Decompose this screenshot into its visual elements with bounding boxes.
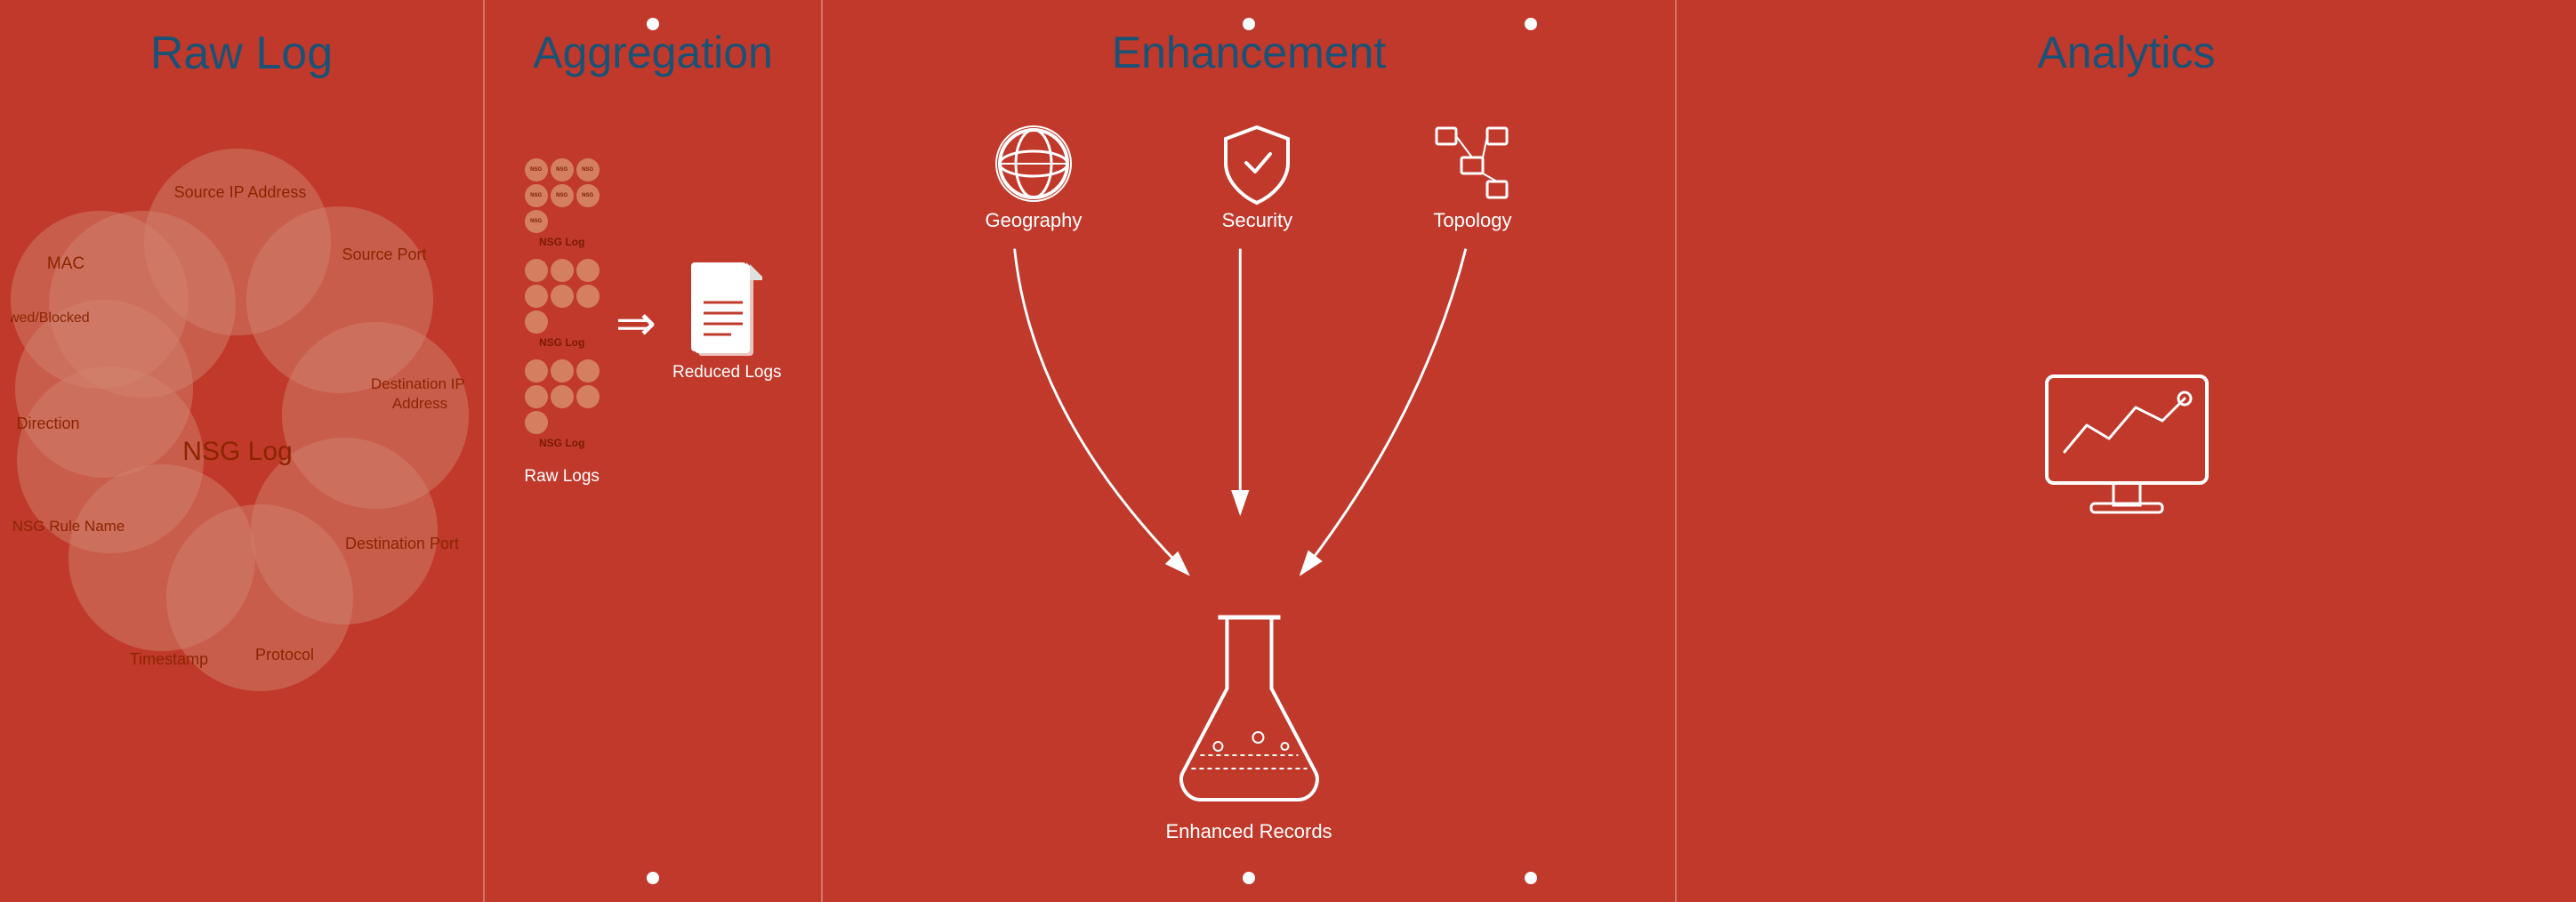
bubble: NSG xyxy=(525,210,548,233)
topo-line1 xyxy=(1456,136,1472,157)
geography-group: Geography xyxy=(986,124,1083,232)
bubble xyxy=(551,285,574,308)
reduced-logs-doc: Reduced Logs xyxy=(672,262,782,383)
flask-container: Enhanced Records xyxy=(1165,608,1332,843)
nsg-clusters: NSG NSG NSG NSG NSG NSG NSG NSG Log xyxy=(524,158,600,487)
left-panel: Raw Log MAC Source xyxy=(0,0,485,902)
topo-line2 xyxy=(1483,136,1487,157)
topology-icon xyxy=(1432,124,1512,204)
label-mac: MAC xyxy=(46,254,84,273)
label-destport: Destination Port xyxy=(344,535,458,552)
aggregation-title: Aggregation xyxy=(533,27,773,78)
center-nsg-label: NSG Log xyxy=(182,437,292,466)
nsg-cluster-1: NSG NSG NSG NSG NSG NSG NSG NSG Log xyxy=(525,158,600,248)
cluster-bubbles-2 xyxy=(525,259,600,334)
flask-icon xyxy=(1169,608,1329,813)
bubble xyxy=(525,385,548,408)
flask-bubble2 xyxy=(1252,732,1263,743)
bubble xyxy=(525,359,548,383)
bubble xyxy=(576,259,600,282)
topology-label: Topology xyxy=(1433,209,1511,232)
shield-shape xyxy=(1226,127,1288,203)
node2 xyxy=(1487,128,1507,144)
node1 xyxy=(1437,128,1456,144)
label-sourceip: Source IP Address xyxy=(173,183,306,201)
venn-diagram: MAC Source IP Address Source Port Destin… xyxy=(11,113,473,842)
bubble xyxy=(551,359,574,383)
monitor-icon xyxy=(2038,372,2216,532)
bubble: NSG xyxy=(576,158,600,181)
label-sourceport: Source Port xyxy=(342,246,426,263)
enhancement-title: Enhancement xyxy=(858,27,1639,78)
geo-arrow xyxy=(1015,249,1188,575)
label-direction: Direction xyxy=(16,415,79,432)
shield-check xyxy=(1246,154,1270,172)
nsg-cluster-label-2: NSG Log xyxy=(539,336,584,349)
bubble xyxy=(551,385,574,408)
bubble: NSG xyxy=(551,158,574,181)
monitor-stand xyxy=(2113,483,2140,505)
doc-front xyxy=(695,264,750,353)
analytics-content xyxy=(2038,372,2216,532)
venn-svg: MAC Source IP Address Source Port Destin… xyxy=(11,113,473,842)
monitor-base xyxy=(2091,503,2162,512)
label-nsgrule: NSG Rule Name xyxy=(12,518,125,535)
raw-logs-label: Raw Logs xyxy=(524,467,600,487)
analytics-section: Analytics xyxy=(1677,0,2576,902)
topology-group: Topology xyxy=(1432,124,1512,232)
analytics-title: Analytics xyxy=(2037,27,2215,78)
bubble xyxy=(576,285,600,308)
cluster-bubbles-3 xyxy=(525,359,600,434)
reduced-logs-label: Reduced Logs xyxy=(672,363,782,383)
enhancement-diagram: Geography Security xyxy=(858,105,1639,861)
bubble: NSG xyxy=(525,158,548,181)
security-icon xyxy=(1221,123,1292,207)
flask-body xyxy=(1181,617,1317,800)
bottom-dot-agg xyxy=(647,872,659,884)
topo-arrow xyxy=(1301,249,1466,575)
bubble xyxy=(576,359,600,383)
bubble xyxy=(525,285,548,308)
flask-bubble3 xyxy=(1281,743,1288,750)
bubble xyxy=(551,259,574,282)
arrow-icon: ⇒ xyxy=(616,294,656,351)
nsg-cluster-label-3: NSG Log xyxy=(539,437,584,449)
bubble xyxy=(525,310,548,334)
bottom-dot-enh xyxy=(1243,872,1255,884)
raw-log-title: Raw Log xyxy=(0,27,483,80)
top-dot-agg xyxy=(647,18,659,30)
bubble xyxy=(525,411,548,434)
enhancement-section: Enhancement Geography xyxy=(823,0,1677,902)
security-label: Security xyxy=(1222,209,1292,232)
bubble: NSG xyxy=(576,184,600,207)
nsg-cluster-3: NSG Log xyxy=(525,359,600,449)
enhancement-icons-row: Geography Security xyxy=(915,123,1582,232)
bubble: NSG xyxy=(525,184,548,207)
label-timestamp: Timestamp xyxy=(129,650,207,668)
label-allowblocked: Allowed/Blocked xyxy=(11,310,90,326)
bubble: NSG xyxy=(551,184,574,207)
bubble xyxy=(525,259,548,282)
security-group: Security xyxy=(1221,123,1292,232)
node-center xyxy=(1461,157,1483,173)
bottom-dot-ana xyxy=(1525,872,1537,884)
aggregation-section: Aggregation NSG NSG NSG NSG NSG NSG NSG … xyxy=(485,0,823,902)
geography-label: Geography xyxy=(986,209,1083,232)
flask-bubble1 xyxy=(1213,742,1222,751)
right-panel: Aggregation NSG NSG NSG NSG NSG NSG NSG … xyxy=(485,0,2576,902)
doc-icon-svg xyxy=(691,262,762,356)
geography-icon xyxy=(994,124,1074,204)
circle-allowblocked xyxy=(11,211,189,389)
enhanced-records-label: Enhanced Records xyxy=(1165,820,1332,843)
node3 xyxy=(1487,181,1507,197)
cluster-bubbles-1: NSG NSG NSG NSG NSG NSG NSG xyxy=(525,158,600,233)
top-dot-ana xyxy=(1525,18,1537,30)
aggregation-flow: NSG NSG NSG NSG NSG NSG NSG NSG Log xyxy=(524,158,781,487)
chart-line xyxy=(2065,399,2185,452)
nsg-cluster-label-1: NSG Log xyxy=(539,236,584,248)
bubble xyxy=(576,385,600,408)
top-dot-enh xyxy=(1243,18,1255,30)
label-protocol: Protocol xyxy=(254,646,313,664)
nsg-cluster-2: NSG Log xyxy=(525,259,600,349)
